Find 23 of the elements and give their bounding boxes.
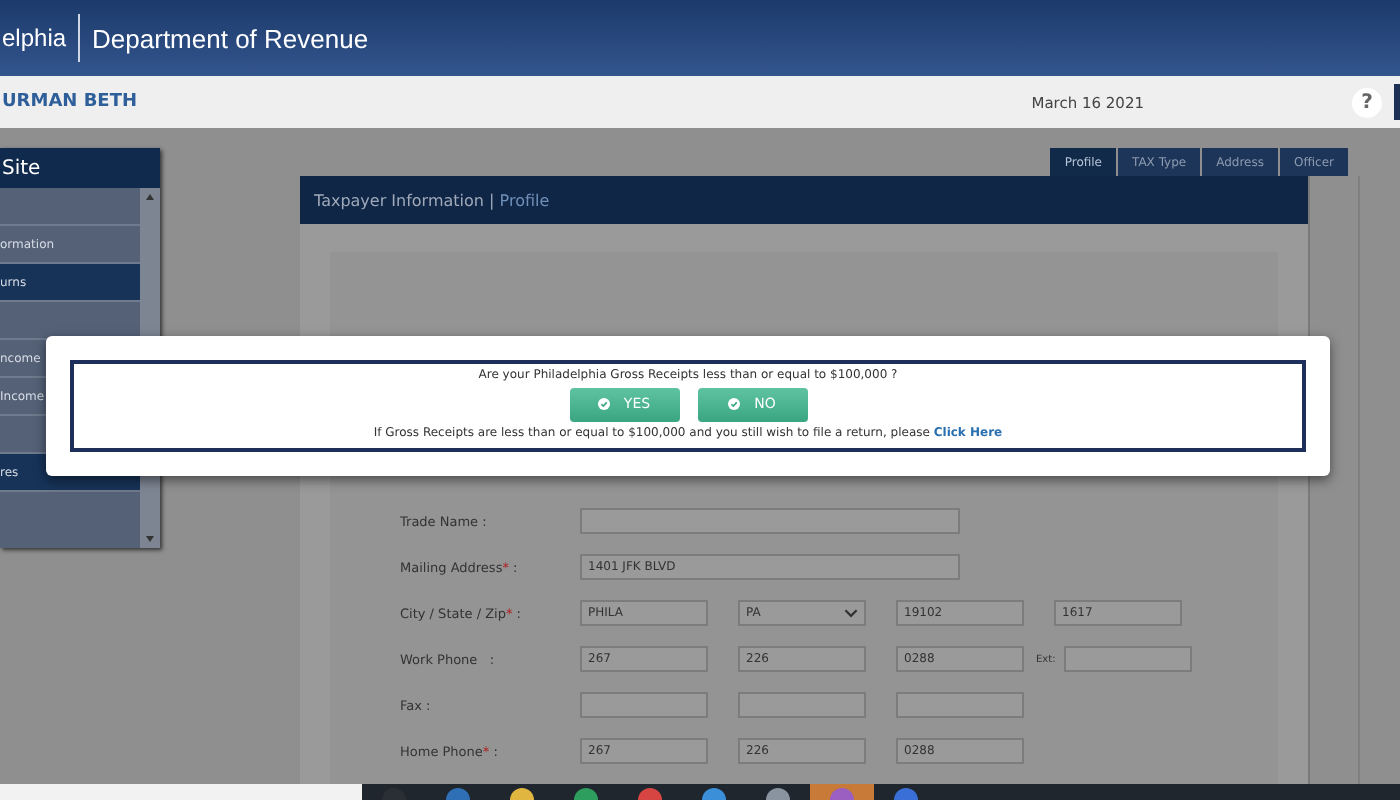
circle-check-icon (597, 398, 610, 410)
app-icon[interactable] (638, 788, 662, 800)
app-icon[interactable] (894, 788, 918, 800)
circle-check-icon (728, 398, 741, 410)
input-field[interactable] (580, 692, 708, 718)
input-field[interactable] (738, 692, 866, 718)
input-field[interactable] (1063, 646, 1192, 672)
panel-title: Taxpayer Information | Profile (314, 191, 550, 209)
sidebar-title: Site (0, 148, 160, 188)
user-name: URMAN BETH (0, 92, 138, 112)
app-icon[interactable] (510, 788, 534, 800)
app-icon[interactable] (574, 788, 598, 800)
help-button[interactable]: ? (1352, 87, 1382, 117)
site-logo-text[interactable]: elphia (0, 24, 67, 52)
taskbar-search-field[interactable] (0, 784, 362, 800)
chevron-down-icon (844, 608, 858, 618)
input-field[interactable] (896, 692, 1024, 718)
input-field[interactable] (580, 508, 960, 534)
app-icon[interactable] (766, 788, 790, 800)
app-icon[interactable] (702, 788, 726, 800)
scroll-down-icon[interactable] (146, 536, 154, 542)
department-title: Department of Revenue (92, 23, 369, 53)
scroll-up-icon[interactable] (146, 194, 154, 200)
